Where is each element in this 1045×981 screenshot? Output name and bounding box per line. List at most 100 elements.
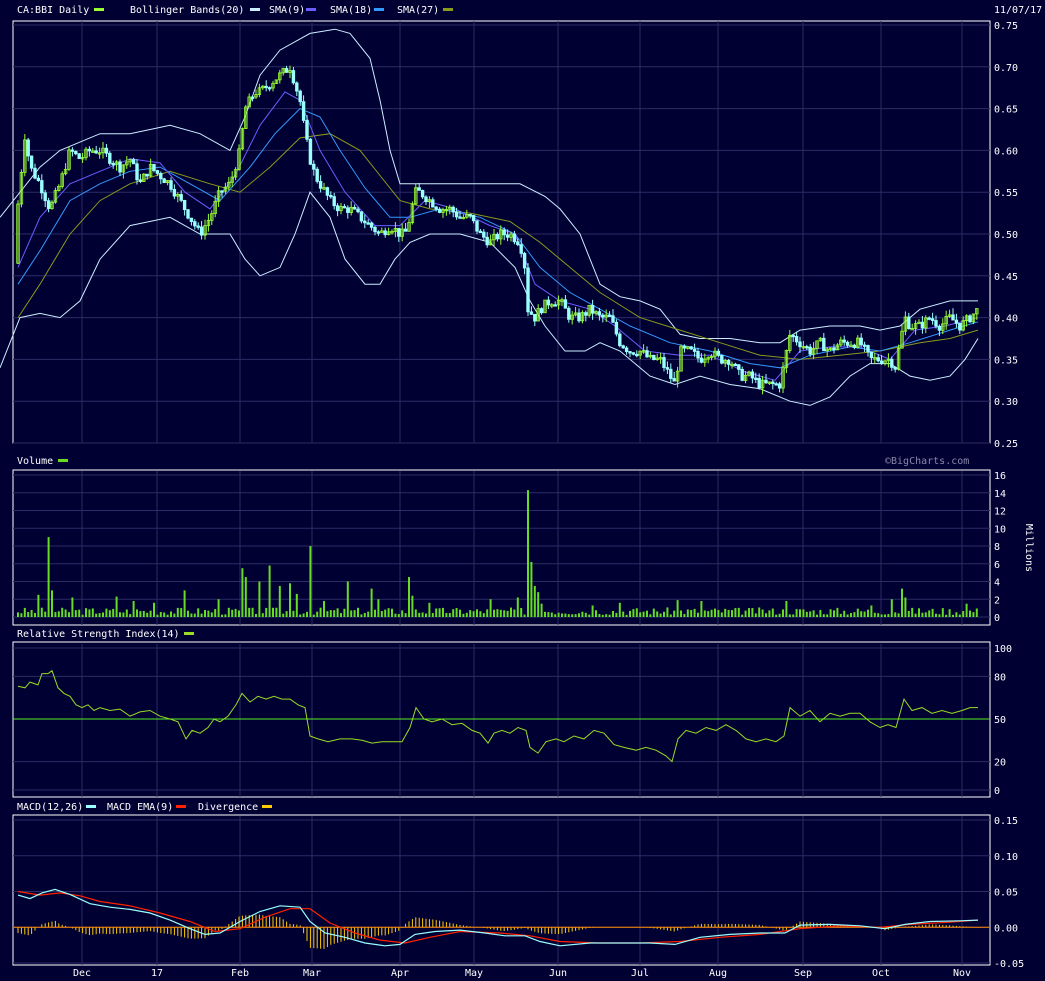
volume-tick-label: 16 <box>994 471 1006 482</box>
volume-bar <box>833 610 835 617</box>
volume-bar <box>799 609 801 617</box>
volume-bar <box>74 610 77 617</box>
volume-bar <box>523 614 526 617</box>
volume-bar <box>248 607 251 617</box>
volume-bar <box>809 611 812 617</box>
volume-bar <box>326 611 329 617</box>
volume-bar <box>30 609 33 617</box>
volume-bar <box>275 607 278 617</box>
price-tick-label: 0.45 <box>994 272 1018 283</box>
candle-body <box>866 345 870 353</box>
volume-bar <box>316 611 319 617</box>
volume-tick-label: 4 <box>994 578 1000 589</box>
volume-bar <box>907 610 910 617</box>
stock-chart: 0.75 0.70 0.65 0.60 0.55 0.50 0.45 0.40 0.35 0.30… <box>0 0 1045 981</box>
candle-body <box>220 190 224 193</box>
volume-bar <box>394 613 397 617</box>
volume-bar <box>200 613 203 617</box>
volume-bar <box>258 581 261 617</box>
candle-body <box>750 371 755 379</box>
candle-body <box>502 229 506 236</box>
candle-body <box>26 139 30 157</box>
volume-bar <box>856 608 859 617</box>
candle-body <box>522 252 527 269</box>
volume-bar <box>520 607 523 617</box>
volume-bar <box>448 613 451 617</box>
volume-bar <box>159 612 162 617</box>
volume-bar <box>605 614 608 617</box>
volume-bar <box>125 609 128 617</box>
candle-body <box>968 315 972 323</box>
volume-bar <box>748 608 750 617</box>
rsi-tick-label: 80 <box>994 672 1006 683</box>
candle-body <box>305 120 309 140</box>
candle-body <box>621 345 625 349</box>
volume-bar <box>299 614 302 617</box>
volume-bar <box>561 613 563 617</box>
candle-body <box>373 226 377 233</box>
volume-bar <box>119 612 121 617</box>
volume-bar <box>173 613 176 617</box>
volume-bar <box>686 609 689 617</box>
volume-bar <box>669 614 672 617</box>
volume-bar <box>741 614 744 617</box>
volume-bar <box>319 607 322 617</box>
candle-body <box>199 226 204 236</box>
volume-bar <box>438 608 441 617</box>
volume-bar <box>530 561 533 617</box>
candle-body <box>890 358 894 368</box>
volume-bar <box>408 577 410 617</box>
candle-body <box>529 311 534 315</box>
volume-bar <box>482 613 485 617</box>
candle-body <box>733 363 738 367</box>
volume-bar <box>873 612 876 617</box>
volume-bar <box>758 607 761 617</box>
volume-bar <box>775 614 778 617</box>
candle-body <box>505 234 510 238</box>
candle-body <box>482 231 486 238</box>
price-tick-label: 0.30 <box>994 397 1018 408</box>
volume-bar <box>527 490 529 617</box>
candle-body <box>645 350 649 358</box>
volume-bar <box>431 613 434 617</box>
candle-body <box>590 304 595 314</box>
candle-body <box>172 189 177 197</box>
volume-bar <box>306 611 308 617</box>
candle-body <box>577 312 581 322</box>
volume-bar <box>323 601 325 617</box>
candle-body <box>927 317 931 320</box>
volume-bar <box>914 613 917 617</box>
volume-bar <box>44 611 47 617</box>
volume-bar <box>955 612 958 617</box>
candle-body <box>930 318 935 321</box>
candle-body <box>791 334 795 338</box>
candle-body <box>563 299 568 309</box>
volume-bar <box>282 613 285 617</box>
candle-body <box>614 321 619 335</box>
candle-body <box>696 351 700 359</box>
volume-bar <box>941 608 944 617</box>
volume-bar <box>139 611 142 617</box>
candle-body <box>352 206 357 210</box>
volume-bar <box>788 614 791 617</box>
candle-body <box>907 316 911 330</box>
candle-body <box>689 346 693 350</box>
volume-bar <box>601 614 604 617</box>
volume-bar <box>217 599 220 617</box>
candle-body <box>774 383 778 386</box>
candle-body <box>862 344 867 347</box>
volume-bar <box>574 614 577 617</box>
volume-bar <box>911 607 914 617</box>
candle-body <box>284 68 289 73</box>
volume-bar <box>836 607 839 617</box>
volume-bar <box>785 601 788 617</box>
volume-bar <box>737 607 740 617</box>
volume-bar <box>635 608 638 617</box>
x-tick-label: Feb <box>231 968 249 979</box>
volume-bar <box>261 613 264 617</box>
candle-body <box>312 163 316 170</box>
candle-body <box>777 383 782 389</box>
volume-bar <box>244 577 247 617</box>
candle-body <box>36 177 41 181</box>
x-tick-label: Jun <box>549 968 567 979</box>
